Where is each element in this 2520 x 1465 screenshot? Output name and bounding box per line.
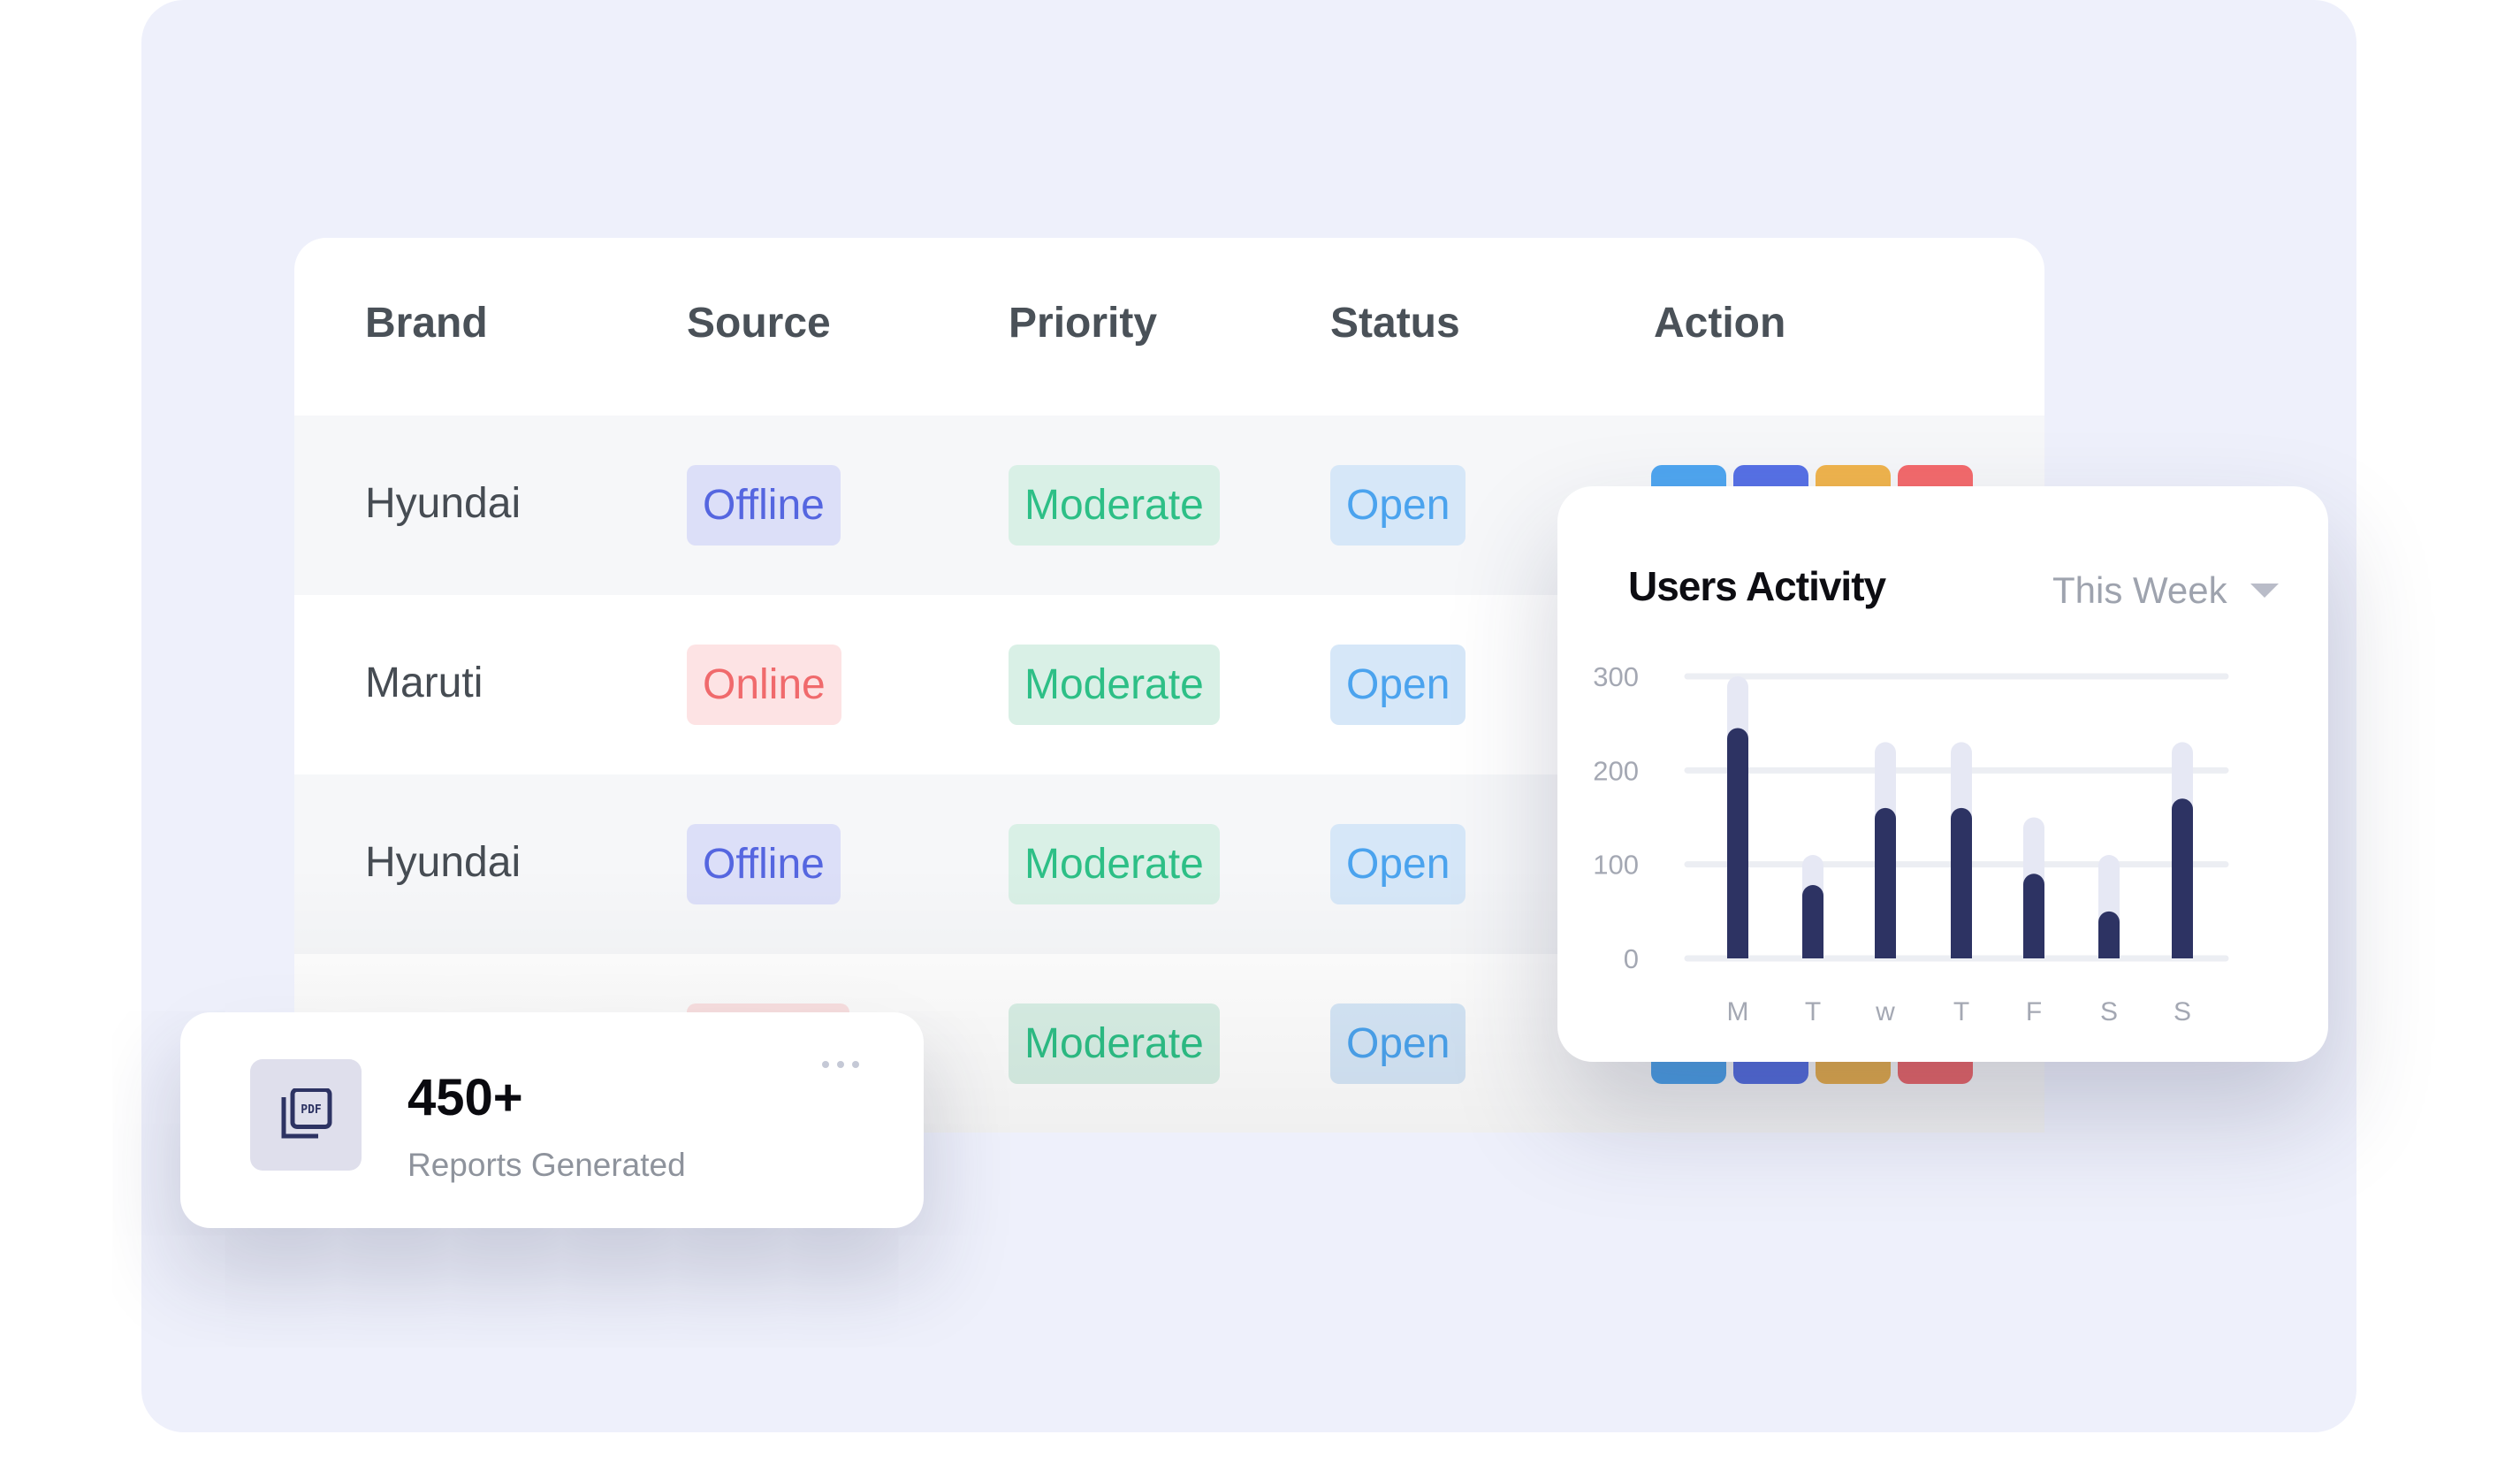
priority-badge: Moderate xyxy=(1009,645,1220,725)
source-badge: Online xyxy=(687,645,841,725)
reports-label: Reports Generated xyxy=(407,1147,686,1183)
status-badge: Open xyxy=(1330,824,1466,904)
bar-active[interactable] xyxy=(1951,807,1972,958)
users-activity-card: 0 100 200 300 M Tw T F S S Users Activity This We… xyxy=(1557,486,2328,1062)
x-tick-label: S xyxy=(2174,997,2191,1026)
svg-text:PDF: PDF xyxy=(301,1103,322,1117)
status-badge: Open xyxy=(1330,645,1466,725)
bar-active[interactable] xyxy=(1802,885,1823,958)
priority-badge: Moderate xyxy=(1009,1003,1220,1084)
column-header-action: Action xyxy=(1654,300,1786,347)
brand-cell: Hyundai xyxy=(365,839,522,886)
bar-active[interactable] xyxy=(2098,911,2120,958)
status-badge: Open xyxy=(1330,465,1466,546)
reports-generated-card: PDF 450+ Reports Generated xyxy=(180,1012,924,1228)
x-tick-label: T xyxy=(1953,997,1969,1026)
column-header-priority[interactable]: Priority xyxy=(1009,302,1157,345)
column-header-status[interactable]: Status xyxy=(1330,302,1460,345)
priority-badge: Moderate xyxy=(1009,465,1220,546)
pdf-file-icon: PDF xyxy=(281,1088,332,1139)
bar-active[interactable] xyxy=(2023,874,2044,958)
priority-badge: Moderate xyxy=(1009,824,1220,904)
source-badge: Offline xyxy=(687,824,841,904)
bar-active[interactable] xyxy=(1875,807,1896,958)
table-header: Brand Source Priority Status Action xyxy=(294,238,2044,416)
x-tick-label: T xyxy=(1805,997,1821,1026)
column-header-source[interactable]: Source xyxy=(687,302,831,345)
brand-cell: Hyundai xyxy=(365,480,522,527)
range-dropdown-value: This Week xyxy=(2052,569,2227,611)
reports-count: 450+ xyxy=(407,1069,523,1126)
brand-cell: Maruti xyxy=(365,660,483,706)
x-tick-label: M xyxy=(1727,997,1749,1026)
x-tick-label: w xyxy=(1875,997,1895,1026)
bar-active[interactable] xyxy=(2172,798,2193,958)
y-tick-label: 200 xyxy=(1593,755,1639,786)
source-badge: Offline xyxy=(687,465,841,546)
y-tick-label: 0 xyxy=(1624,943,1639,974)
y-tick-label: 100 xyxy=(1593,850,1639,881)
column-header-brand[interactable]: Brand xyxy=(365,302,488,345)
bar-active[interactable] xyxy=(1727,728,1748,958)
caret-down-icon xyxy=(2250,584,2279,598)
y-tick-label: 300 xyxy=(1593,661,1639,692)
status-badge: Open xyxy=(1330,1003,1466,1084)
x-tick-label: F xyxy=(2026,997,2042,1026)
range-dropdown[interactable]: This Week xyxy=(2052,564,2279,617)
more-horizontal-icon[interactable] xyxy=(822,1055,859,1074)
chart-title: Users Activity xyxy=(1628,563,1886,609)
x-tick-label: S xyxy=(2100,997,2118,1026)
pdf-icon-container: PDF xyxy=(250,1059,362,1171)
